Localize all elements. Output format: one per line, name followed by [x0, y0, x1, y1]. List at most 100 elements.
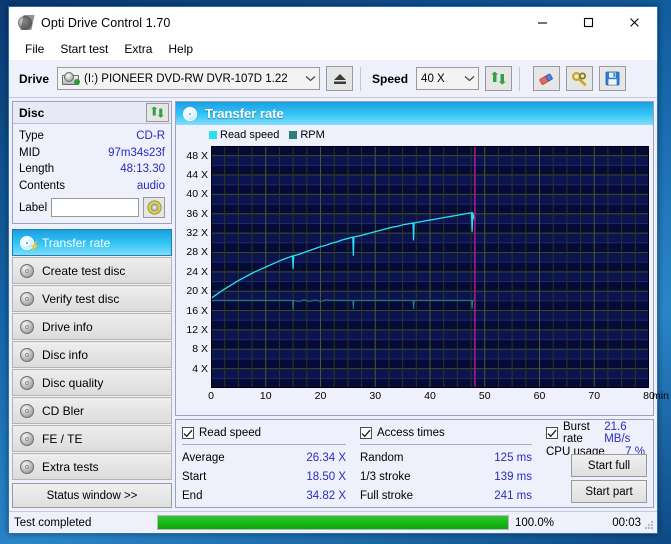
close-button[interactable]: [611, 8, 657, 38]
y-axis-tick-label: 44 X: [186, 169, 208, 182]
result-value: 18.50 X: [306, 470, 346, 483]
disc-icon: [19, 403, 35, 419]
title-bar: Opti Drive Control 1.70: [9, 7, 657, 38]
drive-select-value: (I:) PIONEER DVD-RW DVR-107D 1.22: [84, 72, 288, 85]
transfer-rate-panel: Transfer rate Read speed RPM 4 X 8 X 12 X 1…: [175, 101, 669, 416]
disc-row-mid: MID 97m34s23f: [19, 145, 165, 162]
start-part-button[interactable]: Start part: [571, 480, 647, 503]
x-axis-tick-label: 30: [369, 390, 382, 402]
disc-value: 97m34s23f: [108, 146, 165, 159]
result-key: 1/3 stroke: [360, 470, 411, 483]
chart-panel-title: Transfer rate: [205, 106, 284, 121]
disc-icon: [19, 459, 35, 475]
read-speed-checkbox-row: Read speed: [182, 424, 360, 442]
sidebar-item-create-test-disc[interactable]: Create test disc: [12, 257, 172, 284]
result-row-third-stroke: 1/3 stroke 139 ms: [360, 467, 546, 486]
sidebar-item-disc-quality[interactable]: Disc quality: [12, 369, 172, 396]
maximize-button[interactable]: [565, 8, 611, 38]
disc-key: Type: [19, 130, 44, 143]
minimize-button[interactable]: [519, 8, 565, 38]
chevron-down-icon: [301, 75, 319, 82]
disc-value: 48:13.30: [120, 163, 165, 176]
sidebar-item-label: Disc quality: [42, 375, 104, 390]
disc-panel-title: Disc: [19, 105, 45, 120]
y-axis-tick-label: 24 X: [186, 265, 208, 278]
chevron-down-icon: [460, 75, 478, 82]
disc-key: Length: [19, 163, 55, 176]
speed-select[interactable]: 40 X: [416, 67, 480, 90]
progress-bar: [157, 515, 509, 530]
menu-help[interactable]: Help: [160, 40, 201, 58]
sidebar-item-verify-test-disc[interactable]: Verify test disc: [12, 285, 172, 312]
disc-row-contents: Contents audio: [19, 178, 165, 195]
chart-legend: Read speed RPM: [209, 129, 332, 141]
y-axis-tick-label: 8 X: [192, 343, 208, 356]
result-row-average: Average 26.34 X: [182, 448, 360, 467]
status-window-button[interactable]: Status window >>: [12, 483, 172, 508]
disc-icon: ⚡: [19, 235, 40, 251]
chart-svg: [211, 146, 649, 388]
y-axis-tick-label: 20 X: [186, 285, 208, 298]
disc-icon: [19, 291, 35, 307]
legend-label-read-speed: Read speed: [220, 129, 280, 141]
disc-label-input[interactable]: [51, 198, 139, 217]
settings-button[interactable]: [566, 66, 594, 91]
burst-rate-checkbox[interactable]: [546, 427, 558, 439]
x-axis-unit-label: min: [652, 390, 669, 402]
y-axis-tick-label: 48 X: [186, 149, 208, 162]
optical-drive-icon: [62, 71, 81, 86]
y-axis-tick-label: 4 X: [192, 362, 208, 375]
access-times-checkbox-row: Access times: [360, 424, 546, 442]
result-value: 26.34 X: [306, 451, 346, 464]
start-buttons: Start full Start part: [571, 454, 647, 503]
access-times-checkbox[interactable]: [360, 427, 372, 439]
result-row-full-stroke: Full stroke 241 ms: [360, 486, 546, 505]
menu-bar: File Start test Extra Help: [9, 38, 657, 60]
y-axis-tick-label: 40 X: [186, 188, 208, 201]
refresh-speed-button[interactable]: [485, 66, 513, 91]
toolbar: Drive (I:) PIONEER DVD-RW DVR-107D 1.22 …: [9, 60, 657, 98]
x-axis-tick-label: 40: [424, 390, 436, 402]
sidebar-item-label: FE / TE: [42, 431, 83, 446]
disc-icon: [19, 319, 35, 335]
erase-button[interactable]: [533, 66, 561, 91]
sidebar-item-cd-bler[interactable]: CD Bler: [12, 397, 172, 424]
x-axis-tick-label: 70: [588, 390, 601, 402]
disc-panel-header: Disc: [13, 102, 171, 124]
disc-icon: [19, 347, 35, 363]
save-button[interactable]: [599, 66, 627, 91]
y-axis-tick-label: 32 X: [186, 227, 208, 240]
read-speed-checkbox[interactable]: [182, 427, 194, 439]
menu-start-test[interactable]: Start test: [52, 40, 116, 58]
legend-label-rpm: RPM: [300, 129, 325, 141]
status-bar: Test completed 100.0% 00:03: [9, 511, 657, 533]
disc-label-cd-button[interactable]: [143, 197, 165, 218]
sidebar-item-transfer-rate[interactable]: ⚡ Transfer rate: [12, 229, 172, 256]
disc-refresh-button[interactable]: [146, 103, 169, 122]
content-area: Transfer rate Read speed RPM 4 X 8 X 12 X 1…: [175, 101, 669, 508]
start-full-button[interactable]: Start full: [571, 454, 647, 477]
result-row-start: Start 18.50 X: [182, 467, 360, 486]
result-key: Start: [182, 470, 207, 483]
result-value: 34.82 X: [306, 489, 346, 502]
resize-grip-icon[interactable]: [642, 519, 654, 531]
progress-percent: 100.0%: [515, 516, 555, 529]
sidebar-item-extra-tests[interactable]: Extra tests: [12, 453, 172, 480]
menu-extra[interactable]: Extra: [116, 40, 160, 58]
speed-select-value: 40 X: [421, 72, 445, 85]
window-title: Opti Drive Control 1.70: [41, 15, 171, 30]
result-key: End: [182, 489, 203, 502]
y-axis-tick-label: 28 X: [186, 246, 208, 259]
eject-button[interactable]: [326, 66, 354, 91]
disc-key: Contents: [19, 179, 66, 192]
chart-plot: 4 X 8 X 12 X 16 X 20 X 24 X 28 X 32 X 36 X 40 X 44…: [186, 146, 669, 402]
sidebar-item-drive-info[interactable]: Drive info: [12, 313, 172, 340]
sidebar-item-disc-info[interactable]: Disc info: [12, 341, 172, 368]
disc-row-length: Length 48:13.30: [19, 161, 165, 178]
divider: [182, 444, 346, 445]
disc-icon: [182, 106, 198, 122]
menu-file[interactable]: File: [17, 40, 52, 58]
drive-select[interactable]: (I:) PIONEER DVD-RW DVR-107D 1.22: [57, 67, 321, 90]
sidebar-item-label: Create test disc: [42, 263, 126, 278]
sidebar-item-fe-te[interactable]: FE / TE: [12, 425, 172, 452]
